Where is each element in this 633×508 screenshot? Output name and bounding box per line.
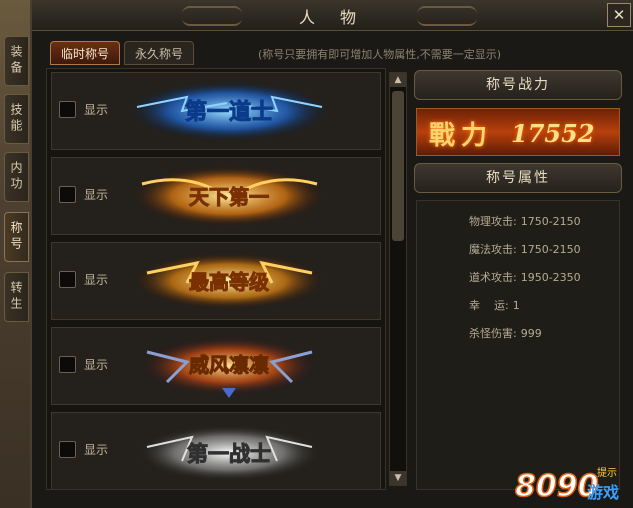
title-hint-text: (称号只要拥有即可增加人物属性,不需要一定显示) (258, 48, 502, 61)
show-label: 显示 (84, 103, 109, 117)
title-row: 显示 威风凛凛 (51, 327, 381, 405)
title-badge-first-warrior: 第一战士 (137, 425, 321, 481)
attribute-value: 1750-2150 (520, 215, 581, 228)
attribute-taoist-attack: 道术攻击: 1950-2350 (469, 269, 581, 285)
badge-text: 天下第一 (189, 185, 269, 209)
show-checkbox[interactable] (59, 271, 76, 288)
attributes-panel: 物理攻击: 1750-2150 魔法攻击: 1750-2150 道术攻击: 1950-… (416, 200, 620, 490)
show-label: 显示 (84, 188, 109, 202)
title-list-scrollbar[interactable]: ▲ ▼ (389, 72, 407, 486)
title-list: 显示 第一道士 显示 天下第一 显示 最高等级 显示 威风凛凛 显示 第一战士 (46, 68, 386, 490)
badge-text: 最高等级 (189, 270, 269, 294)
tab-temporary-titles[interactable]: 临时称号 (50, 41, 120, 65)
power-label: 戰力 (429, 121, 494, 151)
attribute-name: 幸 运: (469, 299, 509, 312)
side-tab-skills[interactable]: 技能 (4, 94, 29, 144)
watermark-logo: 8090 游戏 提示 (514, 467, 619, 504)
attribute-physical-attack: 物理攻击: 1750-2150 (469, 213, 581, 229)
side-tab-titles[interactable]: 称号 (4, 212, 29, 262)
attribute-value: 1950-2350 (520, 271, 581, 284)
side-tab-rebirth[interactable]: 转生 (4, 272, 29, 322)
title-badge-max-level: 最高等级 (134, 253, 324, 309)
title-row: 显示 最高等级 (51, 242, 381, 320)
svg-text:8090: 8090 (515, 469, 599, 504)
title-row: 显示 天下第一 (51, 157, 381, 235)
title-row: 显示 第一战士 (51, 412, 381, 489)
attribute-name: 杀怪伤害: (469, 327, 517, 340)
svg-text:提示: 提示 (597, 467, 617, 479)
attribute-luck: 幸 运: 1 (469, 297, 520, 313)
attribute-name: 物理攻击: (469, 215, 517, 228)
attribute-monster-damage: 杀怪伤害: 999 (469, 325, 542, 341)
side-tab-equipment[interactable]: 装备 (4, 36, 29, 86)
badge-text: 威风凛凛 (189, 353, 269, 377)
scroll-up-icon[interactable]: ▲ (390, 73, 406, 87)
scroll-thumb[interactable] (392, 91, 404, 241)
svg-text:游戏: 游戏 (587, 483, 619, 502)
power-value: 17552 (511, 119, 595, 148)
attribute-value: 1 (512, 299, 520, 312)
attribute-magic-attack: 魔法攻击: 1750-2150 (469, 241, 581, 257)
title-badge-majestic: 威风凛凛 (139, 336, 319, 398)
show-checkbox[interactable] (59, 101, 76, 118)
badge-text: 第一道士 (185, 99, 273, 125)
show-checkbox[interactable] (59, 356, 76, 373)
show-checkbox[interactable] (59, 441, 76, 458)
attribute-name: 魔法攻击: (469, 243, 517, 256)
side-tab-inner-power[interactable]: 内功 (4, 152, 29, 202)
tab-permanent-titles[interactable]: 永久称号 (124, 41, 194, 65)
title-badge-number-one: 天下第一 (134, 166, 324, 226)
show-label: 显示 (84, 273, 109, 287)
power-display: 戰力 17552 (416, 108, 620, 156)
title-bar: 人 物 ✕ (32, 0, 633, 31)
badge-text: 第一战士 (187, 442, 271, 466)
show-label: 显示 (84, 443, 109, 457)
window-title: 人 物 (298, 8, 367, 27)
show-checkbox[interactable] (59, 186, 76, 203)
attribute-name: 道术攻击: (469, 271, 517, 284)
attribute-value: 1750-2150 (520, 243, 581, 256)
power-header: 称号战力 (414, 70, 622, 100)
attributes-header: 称号属性 (414, 163, 622, 193)
show-label: 显示 (84, 358, 109, 372)
title-row: 显示 第一道士 (51, 72, 381, 150)
scroll-down-icon[interactable]: ▼ (390, 471, 406, 485)
attribute-value: 999 (520, 327, 542, 340)
title-badge-first-taoist: 第一道士 (129, 81, 329, 141)
close-icon[interactable]: ✕ (607, 3, 631, 27)
